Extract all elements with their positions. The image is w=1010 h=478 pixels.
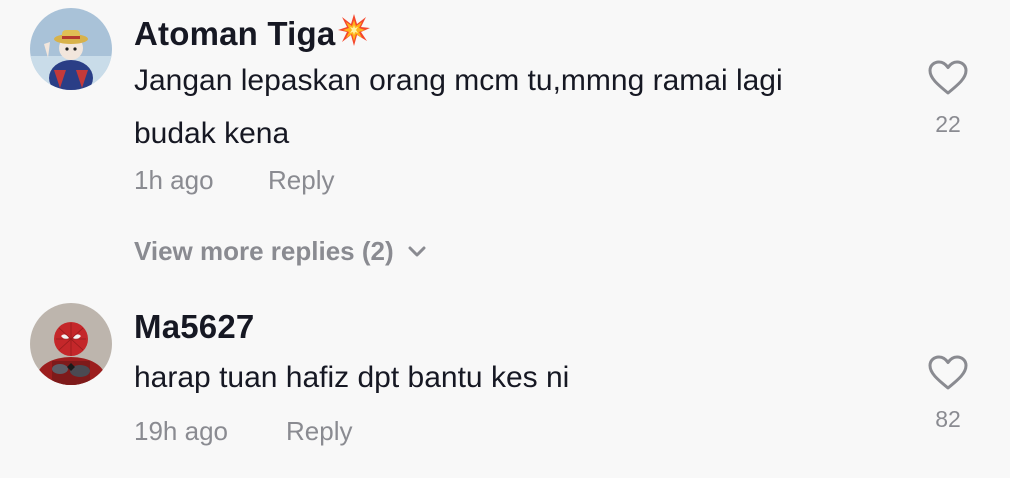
view-more-replies-label: View more replies (2)	[134, 236, 394, 266]
comment-text: harap tuan hafiz dpt bantu kes ni	[134, 361, 570, 394]
username[interactable]: Atoman Tiga	[134, 13, 371, 55]
timestamp: 1h ago	[134, 165, 214, 195]
username[interactable]: Ma5627	[134, 308, 254, 346]
like-button[interactable]	[928, 60, 968, 96]
comment-text: Jangan lepaskan orang mcm tu,mmng ramai …	[134, 64, 783, 150]
chevron-down-icon	[408, 246, 426, 256]
timestamp: 19h ago	[134, 416, 228, 446]
view-more-replies-button[interactable]: View more replies (2)	[134, 236, 426, 267]
collision-icon	[337, 13, 371, 55]
heart-icon	[928, 60, 968, 95]
reply-button[interactable]: Reply	[286, 416, 352, 447]
avatar-image	[30, 303, 112, 385]
heart-icon	[928, 355, 968, 390]
like-button[interactable]	[928, 355, 968, 391]
username-text: Atoman Tiga	[134, 15, 336, 52]
avatar[interactable]	[30, 303, 112, 385]
like-count: 22	[935, 111, 961, 137]
comments-panel: Atoman Tiga Jangan lepaskan orang mcm tu…	[0, 0, 1010, 478]
avatar[interactable]	[30, 8, 112, 90]
avatar-image	[30, 8, 112, 90]
like-count: 82	[935, 406, 961, 432]
reply-button[interactable]: Reply	[268, 165, 334, 196]
